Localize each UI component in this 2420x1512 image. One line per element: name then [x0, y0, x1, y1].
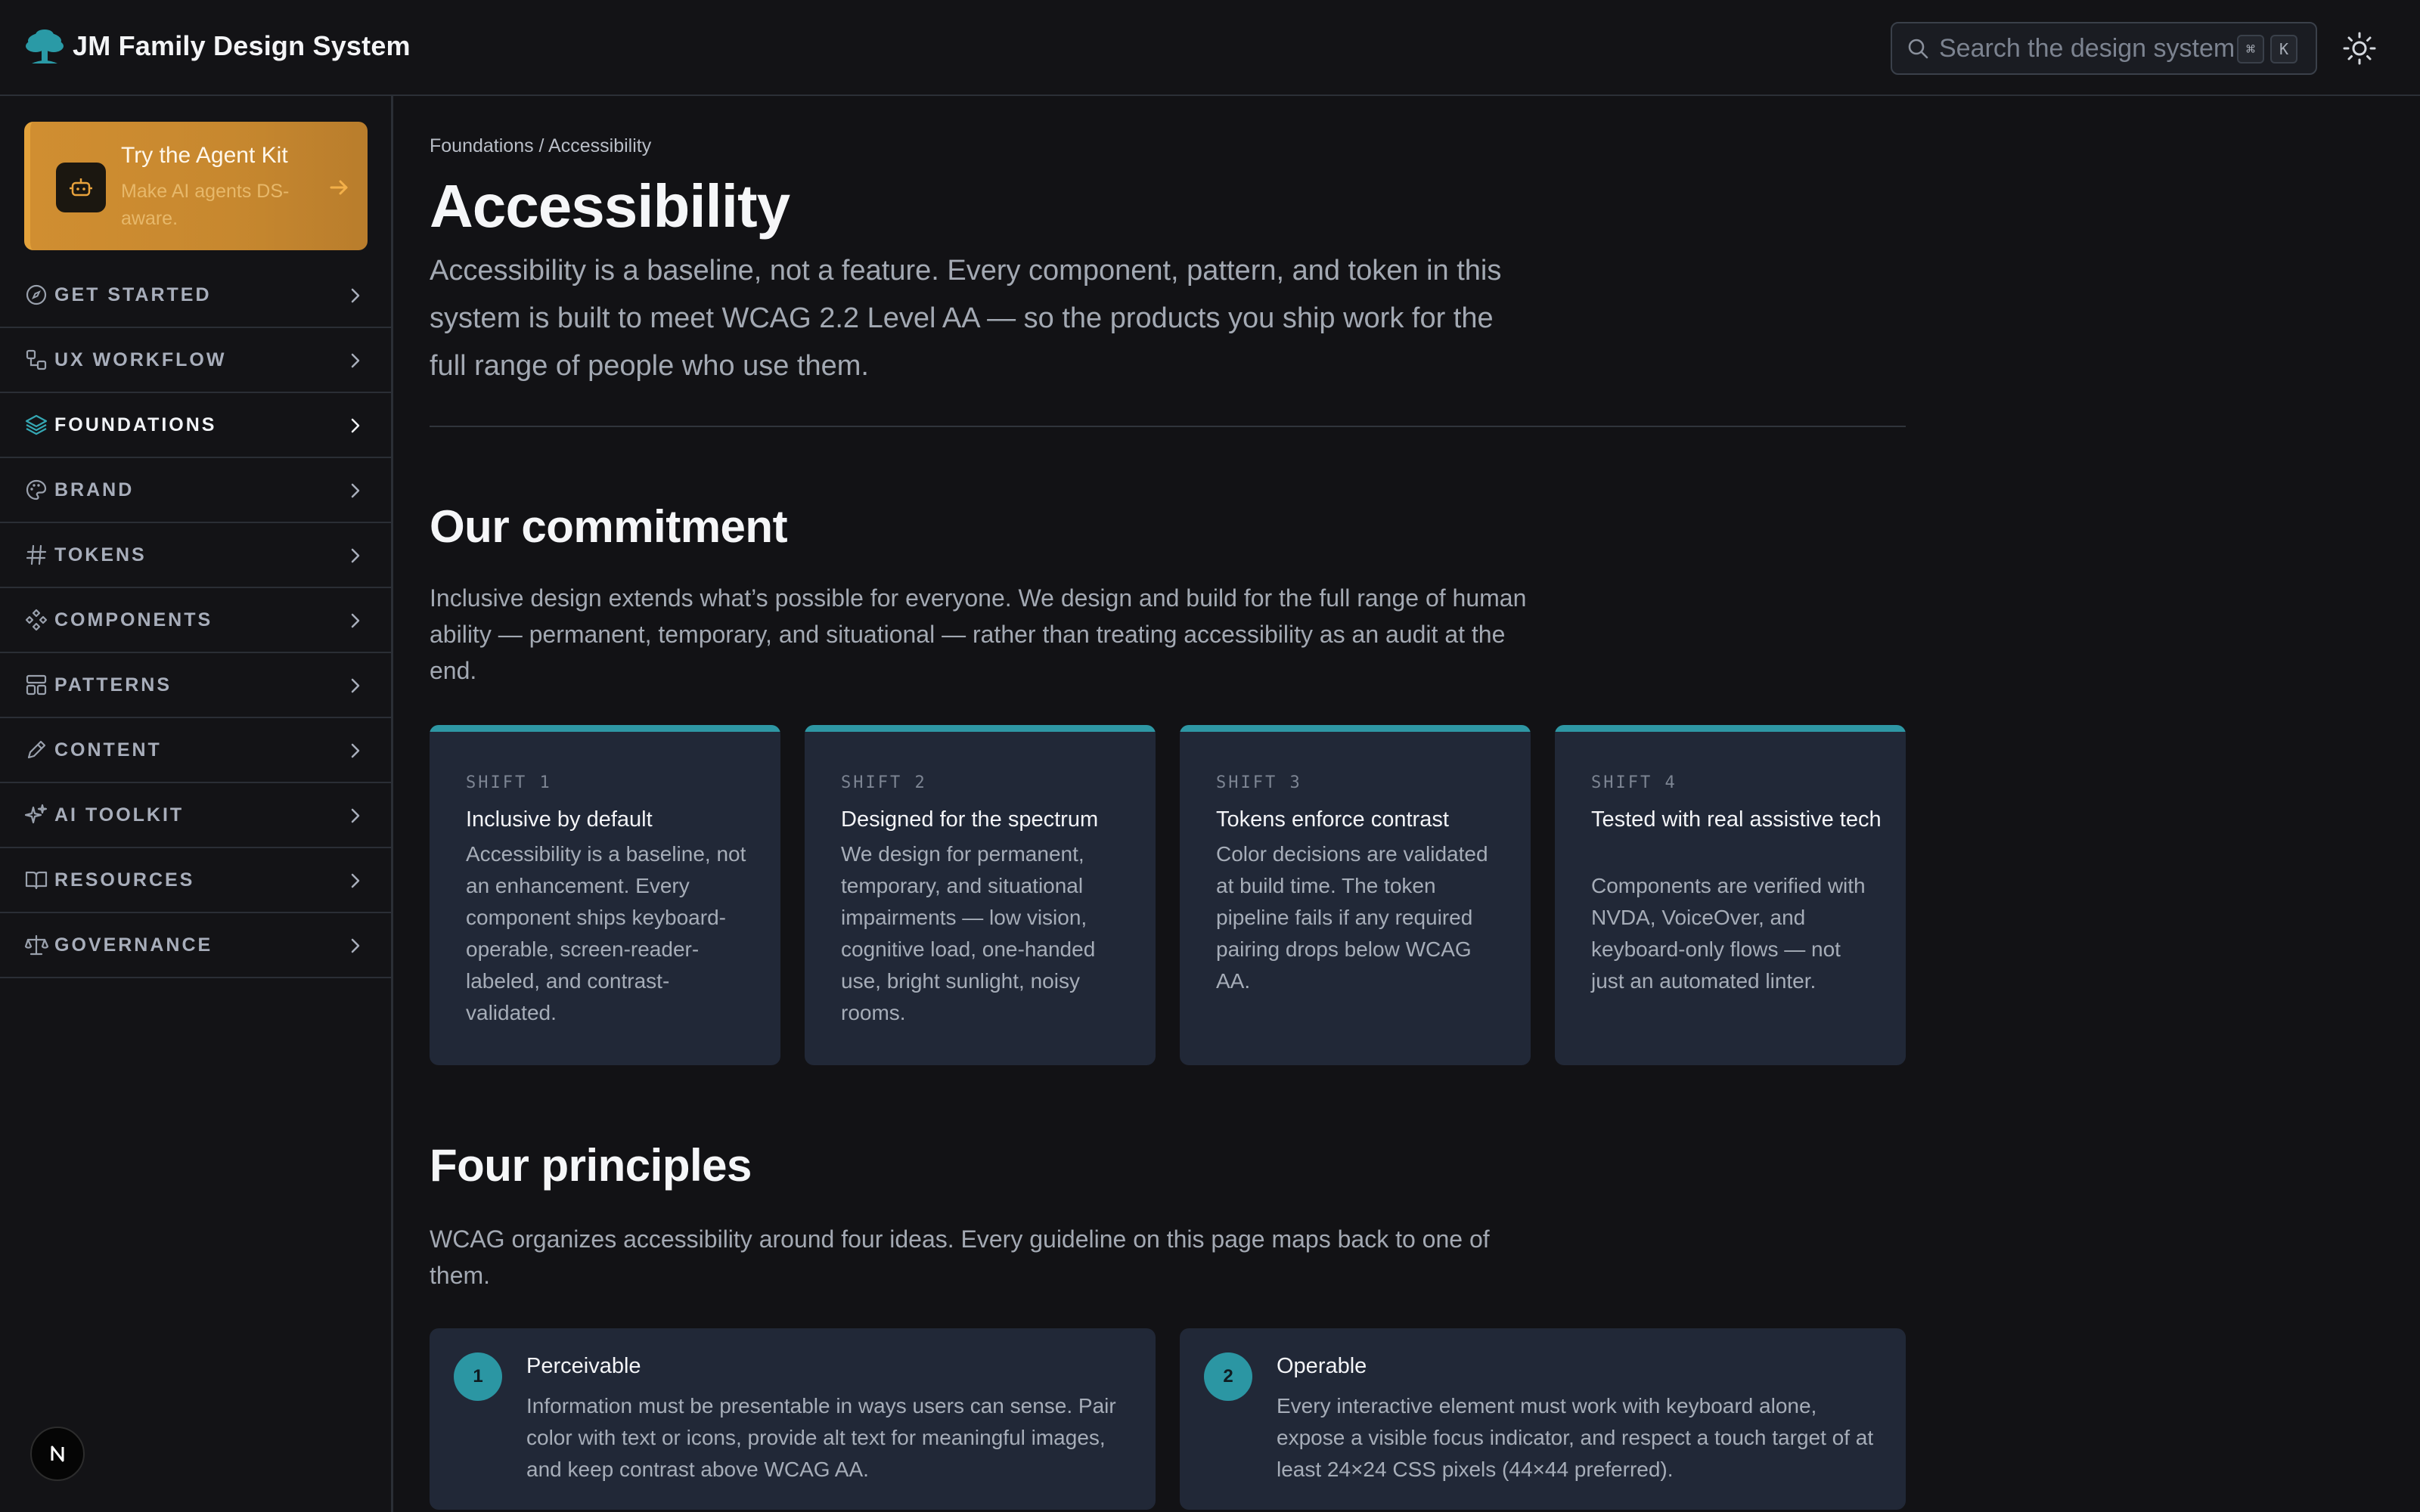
commitment-text: Inclusive design extends what’s possible…	[430, 584, 1527, 684]
chevron-right-icon	[351, 483, 360, 498]
chevron-right-icon	[351, 678, 360, 693]
divider	[430, 426, 1906, 427]
sidebar-item-resources[interactable]: RESOURCES	[0, 848, 391, 913]
shortcut-key-k: K	[2270, 35, 2297, 64]
agent-kit-title: Try the Agent Kit	[121, 143, 288, 168]
top-header: JM Family Design System Search the desig…	[0, 0, 2420, 96]
shift-body: We design for permanent, temporary, and …	[841, 842, 1096, 1024]
sidebar-item-get-started[interactable]: GET STARTED	[0, 263, 391, 328]
shift-card: SHIFT 4 Tested with real assistive tech …	[1555, 725, 1906, 1065]
shift-kicker: SHIFT 3	[1216, 773, 1302, 792]
agent-kit-subtitle: Make AI agents DS-aware.	[121, 181, 290, 229]
principle-body: Every interactive element must work with…	[1277, 1394, 1874, 1481]
shortcut-key-cmd: ⌘	[2237, 35, 2264, 64]
sidebar-item-label: BRAND	[54, 479, 135, 500]
arrow-right-icon	[330, 180, 348, 195]
search-input[interactable]: Search the design system ⌘ K	[1891, 22, 2317, 75]
sidebar-item-label: GET STARTED	[54, 284, 212, 305]
shift-body: Components are verified with NVDA, Voice…	[1591, 874, 1866, 993]
sidebar-item-label: FOUNDATIONS	[54, 414, 217, 435]
principles-text: WCAG organizes accessibility around four…	[430, 1225, 1490, 1289]
sidebar-item-label: AI TOOLKIT	[54, 804, 185, 826]
principle-number-badge: 1	[454, 1352, 502, 1401]
chevron-right-icon	[351, 613, 360, 628]
sidebar-item-label: GOVERNANCE	[54, 934, 213, 956]
page-title: Accessibility	[430, 172, 790, 240]
sidebar-item-label: COMPONENTS	[54, 609, 213, 631]
shift-body: Accessibility is a baseline, not an enha…	[466, 842, 746, 1024]
shift-title: Inclusive by default	[466, 807, 653, 832]
palette-icon	[26, 479, 47, 500]
scale-icon	[24, 934, 48, 956]
sidebar: Try the Agent Kit Make AI agents DS-awar…	[0, 96, 393, 1512]
layers-icon	[25, 414, 48, 435]
sidebar-item-label: RESOURCES	[54, 869, 195, 891]
tree-icon	[26, 29, 64, 64]
search-icon	[1908, 39, 1928, 59]
shift-card: SHIFT 1 Inclusive by default Accessibili…	[430, 725, 780, 1065]
sidebar-item-ai-toolkit[interactable]: AI TOOLKIT	[0, 783, 391, 848]
sidebar-item-foundations[interactable]: FOUNDATIONS	[0, 393, 391, 458]
sidebar-item-label: TOKENS	[54, 544, 147, 565]
chevron-right-icon	[351, 548, 360, 563]
chevron-right-icon	[351, 743, 360, 758]
search-placeholder: Search the design system	[1939, 33, 2235, 63]
section-heading-commitment: Our commitment	[430, 501, 788, 552]
chevron-right-icon	[351, 418, 360, 433]
chevron-right-icon	[351, 808, 360, 823]
agent-kit-promo-card[interactable]: Try the Agent Kit Make AI agents DS-awar…	[24, 122, 368, 250]
principle-number-badge: 2	[1204, 1352, 1252, 1401]
page-lead: Accessibility is a baseline, not a featu…	[430, 255, 1502, 382]
principle-body: Information must be presentable in ways …	[526, 1394, 1116, 1481]
shift-title: Tokens enforce contrast	[1216, 807, 1449, 832]
shift-title: Designed for the spectrum	[841, 807, 1099, 832]
components-icon	[25, 609, 48, 631]
pen-icon	[27, 740, 46, 759]
sidebar-item-brand[interactable]: BRAND	[0, 458, 391, 523]
sidebar-item-patterns[interactable]: PATTERNS	[0, 653, 391, 718]
breadcrumb[interactable]: Foundations / Accessibility	[430, 135, 651, 157]
sidebar-item-content[interactable]: CONTENT	[0, 718, 391, 783]
principle-title: Operable	[1277, 1354, 1367, 1378]
shift-body: Color decisions are validated at build t…	[1216, 842, 1488, 993]
sidebar-item-governance[interactable]: GOVERNANCE	[0, 913, 391, 978]
sidebar-nav: GET STARTED UX WORKFLOW FOUNDATIONS BRAN…	[0, 263, 391, 978]
sidebar-item-label: CONTENT	[54, 739, 162, 761]
hash-icon	[26, 544, 47, 565]
shift-kicker: SHIFT 4	[1591, 773, 1677, 792]
shift-card: SHIFT 2 Designed for the spectrum We des…	[805, 725, 1156, 1065]
robot-icon	[56, 163, 106, 212]
sidebar-item-ux-workflow[interactable]: UX WORKFLOW	[0, 328, 391, 393]
principle-card: 2 Operable Every interactive element mus…	[1180, 1328, 1906, 1510]
sidebar-item-label: PATTERNS	[54, 674, 172, 696]
shift-kicker: SHIFT 2	[841, 773, 927, 792]
sun-icon[interactable]	[2341, 30, 2378, 67]
site-title: JM Family Design System	[73, 30, 411, 61]
section-heading-principles: Four principles	[430, 1140, 752, 1191]
sidebar-item-components[interactable]: COMPONENTS	[0, 588, 391, 653]
principle-title: Perceivable	[526, 1354, 641, 1378]
next-logo-icon	[51, 1445, 64, 1462]
brand-home-link[interactable]: JM Family Design System	[24, 26, 411, 67]
sidebar-item-label: UX WORKFLOW	[54, 349, 227, 370]
chevron-right-icon	[351, 288, 360, 303]
workflow-icon	[26, 349, 47, 370]
shift-title: Tested with real assistive tech	[1591, 807, 1882, 832]
compass-icon	[26, 284, 47, 305]
chevron-right-icon	[351, 353, 360, 368]
shift-kicker: SHIFT 1	[466, 773, 552, 792]
book-icon	[25, 871, 48, 890]
shift-card: SHIFT 3 Tokens enforce contrast Color de…	[1180, 725, 1531, 1065]
layout-icon	[26, 674, 47, 696]
next-dev-tools-button[interactable]	[30, 1427, 85, 1481]
chevron-right-icon	[351, 938, 360, 953]
sparkles-icon	[24, 804, 48, 824]
principle-card: 1 Perceivable Information must be presen…	[430, 1328, 1156, 1510]
chevron-right-icon	[351, 873, 360, 888]
sidebar-item-tokens[interactable]: TOKENS	[0, 523, 391, 588]
shift-cards: SHIFT 1 Inclusive by default Accessibili…	[430, 725, 1906, 1065]
